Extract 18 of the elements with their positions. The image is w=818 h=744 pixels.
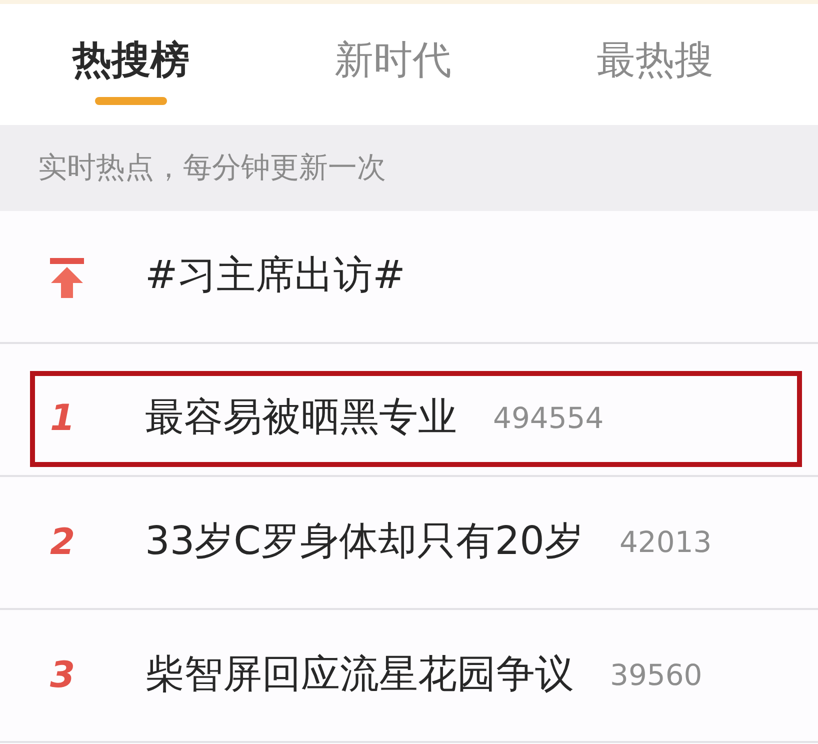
hot-search-row[interactable]: 3 柴智屏回应流星花园争议 39560 (0, 610, 818, 743)
hot-search-row[interactable]: #习主席出访# (0, 211, 818, 344)
topic-title: 柴智屏回应流星花园争议 (145, 651, 574, 700)
topic-title: #习主席出访# (145, 252, 406, 300)
search-count: 39560 (610, 656, 702, 694)
topic-title: 33岁C罗身体却只有20岁 (145, 518, 584, 566)
tab[interactable]: 热搜榜 (72, 38, 190, 85)
pin-top-icon (50, 258, 84, 298)
hot-search-row[interactable]: 2 33岁C罗身体却只有20岁 42013 (0, 477, 818, 610)
notice-text: 实时热点，每分钟更新一次 (38, 149, 386, 186)
rank-number: 2 (50, 522, 76, 562)
hot-search-row[interactable]: 1 最容易被晒黑专业 494554 (0, 344, 818, 477)
rank-number: 3 (50, 654, 76, 696)
search-count: 42013 (619, 524, 712, 561)
topic-title: 最容易被晒黑专业 (145, 394, 457, 442)
search-count: 494554 (493, 400, 604, 437)
rank-number: 1 (50, 398, 76, 438)
tab-indicator (95, 96, 167, 105)
